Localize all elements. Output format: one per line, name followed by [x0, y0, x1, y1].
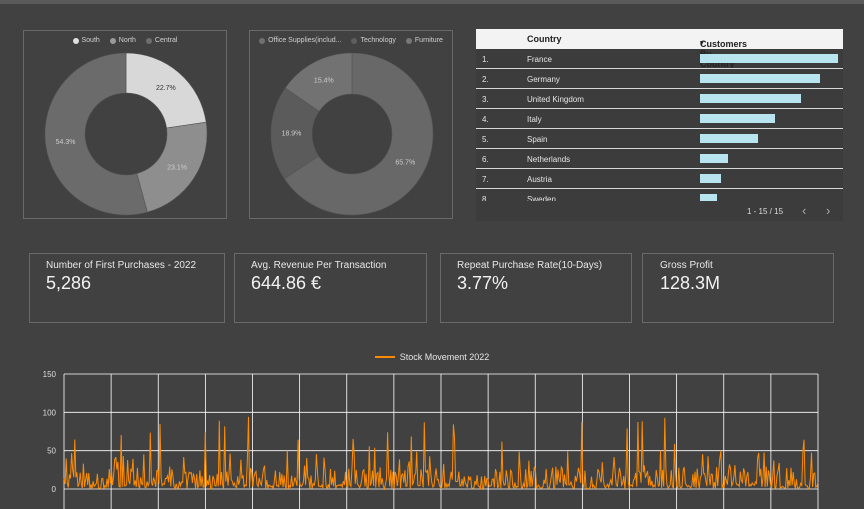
kpi-value: 644.86 €: [251, 273, 322, 293]
region-pie-chart: 22.7% 23.1% 54.3%: [44, 52, 208, 216]
kpi-value: 3.77%: [457, 273, 509, 293]
pie-slice-label: 22.7%: [156, 85, 176, 92]
table-row[interactable]: 6. Netherlands: [476, 149, 843, 169]
kpi-value: 5,286: [46, 273, 92, 293]
row-country: Austria: [527, 175, 552, 184]
row-index: 5.: [482, 135, 489, 144]
kpi-label: Repeat Purchase Rate(10-Days): [457, 260, 603, 271]
row-customers-bar: [700, 74, 821, 83]
row-country: Spain: [527, 135, 548, 144]
pie-slice-label: 23.1%: [167, 164, 187, 171]
stock-movement-chart: 0 50 100 150: [43, 370, 819, 509]
row-index: 7.: [482, 175, 489, 184]
pie-slice-label: 65.7%: [395, 160, 415, 167]
y-tick-label: 150: [43, 370, 57, 379]
row-customers-bar: [700, 114, 775, 123]
row-customers-bar: [700, 94, 801, 103]
table-row[interactable]: 7. Austria: [476, 169, 843, 189]
customers-by-country-table: Country Customers By Country ▾ 1. France 2…: [476, 29, 843, 221]
pie-slice-label: 54.3%: [56, 139, 76, 146]
next-page-icon[interactable]: ›: [826, 203, 830, 218]
table-row[interactable]: 4. Italy: [476, 109, 843, 129]
kpi-avg-revenue: Avg. Revenue Per Transaction 644.86 €: [234, 253, 427, 323]
row-index: 4.: [482, 115, 489, 124]
kpi-label: Gross Profit: [660, 260, 713, 271]
kpi-first-purchases: Number of First Purchases - 2022 5,286: [29, 253, 225, 323]
kpi-repeat-purchase-rate: Repeat Purchase Rate(10-Days) 3.77%: [440, 253, 632, 323]
row-index: 1.: [482, 55, 489, 64]
table-row[interactable]: 5. Spain: [476, 129, 843, 149]
row-country: Italy: [527, 115, 542, 124]
table-header: Country Customers By Country ▾: [476, 29, 843, 69]
legend-series-label: Stock Movement 2022: [399, 352, 490, 362]
row-index: 3.: [482, 95, 489, 104]
row-country: France: [527, 55, 552, 64]
row-index: 6.: [482, 155, 489, 164]
kpi-label: Avg. Revenue Per Transaction: [251, 260, 387, 271]
row-customers-bar: [700, 54, 838, 63]
legend-line-swatch: [374, 356, 395, 358]
table-row[interactable]: 1. France: [476, 49, 843, 69]
pager-range: 1 - 15 / 15: [747, 207, 784, 216]
prev-page-icon[interactable]: ‹: [802, 203, 806, 218]
top-border: [0, 0, 864, 4]
row-customers-bar: [700, 154, 728, 163]
table-pager: 1 - 15 / 15 ‹ ›: [476, 201, 843, 221]
region-pie-panel: South North Central 22.7% 23.1% 54.3%: [23, 30, 227, 219]
row-country: Germany: [527, 75, 560, 84]
row-country: Netherlands: [527, 155, 571, 164]
y-tick-label: 0: [52, 485, 57, 494]
kpi-value: 128.3M: [660, 273, 721, 293]
row-customers-bar: [700, 134, 758, 143]
kpi-gross-profit: Gross Profit 128.3M: [642, 253, 834, 323]
column-header-country[interactable]: Country: [527, 34, 562, 44]
table-row[interactable]: 2. Germany: [476, 69, 843, 89]
category-pie-panel: Office Supplies(includ... Technology Furni…: [249, 30, 453, 219]
row-country: United Kingdom: [527, 95, 584, 104]
stock-chart-legend: Stock Movement 2022: [0, 352, 864, 362]
kpi-label: Number of First Purchases - 2022: [46, 260, 197, 271]
row-index: 2.: [482, 75, 489, 84]
pie-slice-label: 15.4%: [314, 77, 334, 84]
y-tick-label: 50: [47, 447, 56, 456]
y-tick-label: 100: [43, 408, 57, 417]
sort-desc-icon: ▾: [700, 40, 704, 47]
row-customers-bar: [700, 174, 721, 183]
table-row[interactable]: 3. United Kingdom: [476, 89, 843, 109]
category-pie-chart: 65.7% 18.9% 15.4%: [270, 52, 434, 216]
pie-slice-label: 18.9%: [282, 130, 302, 137]
